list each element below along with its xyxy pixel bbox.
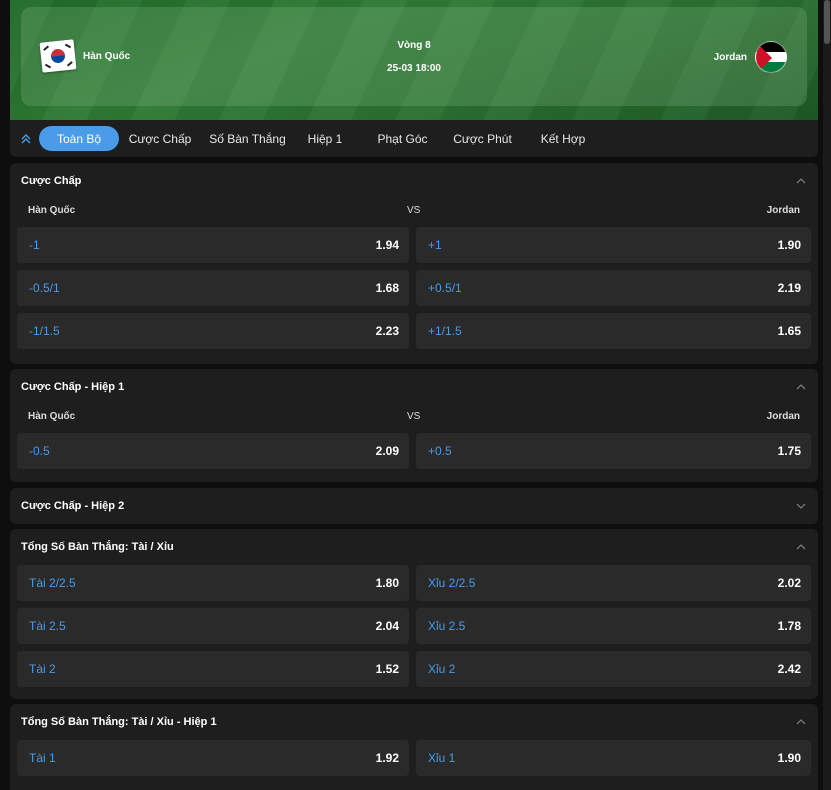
odds-cell[interactable]: +1/1.5 1.65 [416, 313, 811, 349]
away-label: Jordan [766, 411, 800, 422]
tab-total-goals[interactable]: Số Bàn Thắng [201, 126, 294, 151]
market-title: Cược Chấp [21, 175, 82, 187]
odds-cell[interactable]: -1 1.94 [17, 227, 409, 263]
home-label: Hàn Quốc [28, 205, 76, 216]
odds-cell[interactable]: -1/1.5 2.23 [17, 313, 409, 349]
market-total-goals-first-half: Tổng Số Bàn Thắng: Tài / Xỉu - Hiệp 1 Tà… [10, 704, 818, 790]
double-chevron-up-icon [21, 133, 31, 143]
market-handicap: Cược Chấp Hàn Quốc VS Jordan -1 1.94 +1 1.… [10, 163, 818, 364]
home-label: Hàn Quốc [28, 411, 76, 422]
market-header[interactable]: Cược Chấp - Hiệp 1 [10, 369, 818, 405]
odds-label: Xỉu 2.5 [428, 619, 466, 633]
odds-label: -1/1.5 [29, 324, 60, 338]
odds-label: -1 [29, 238, 40, 252]
jordan-flag-icon [755, 41, 787, 73]
page-scrollbar[interactable] [823, 0, 831, 790]
odds-value: 2.42 [777, 662, 801, 676]
odds-label: Xỉu 2/2.5 [428, 576, 476, 590]
scrollbar-thumb[interactable] [824, 0, 830, 44]
odds-label: +0.5 [428, 444, 452, 458]
odds-label: Tài 1 [29, 751, 56, 765]
odds-cell[interactable]: -0.5/1 1.68 [17, 270, 409, 306]
chevron-up-icon[interactable] [796, 176, 806, 186]
odds-label: +1 [428, 238, 442, 252]
market-header[interactable]: Tổng Số Bàn Thắng: Tài / Xỉu - Hiệp 1 [10, 704, 818, 740]
market-tabs: Toàn Bộ Cược Chấp Số Bàn Thắng Hiệp 1 Ph… [10, 120, 818, 157]
vs-label: VS [407, 205, 421, 216]
odds-cell[interactable]: Xỉu 2/2.5 2.02 [416, 565, 811, 601]
odds-value: 1.65 [777, 324, 801, 338]
odds-label: Tài 2 [29, 662, 56, 676]
tab-corners[interactable]: Phạt Góc [356, 126, 449, 151]
odds-label: Tài 2.5 [29, 619, 66, 633]
odds-cell[interactable]: -0.5 2.09 [17, 433, 409, 469]
tab-handicap[interactable]: Cược Chấp [119, 126, 201, 151]
away-label: Jordan [766, 205, 800, 216]
odds-cell[interactable]: Tài 2 1.52 [17, 651, 409, 687]
odds-label: +0.5/1 [428, 281, 462, 295]
away-team-name: Jordan [713, 51, 747, 63]
market-title: Cược Chấp - Hiệp 1 [21, 381, 125, 393]
market-header[interactable]: Cược Chấp - Hiệp 2 [10, 488, 818, 524]
odds-value: 2.09 [375, 444, 399, 458]
odds-cell[interactable]: Tài 2/2.5 1.80 [17, 565, 409, 601]
chevron-down-icon[interactable] [796, 501, 806, 511]
odds-label: +1/1.5 [428, 324, 462, 338]
chevron-up-icon[interactable] [796, 717, 806, 727]
odds-cell[interactable]: Xỉu 2 2.42 [416, 651, 811, 687]
odds-value: 1.52 [375, 662, 399, 676]
odds-value: 1.90 [777, 751, 801, 765]
odds-value: 1.90 [777, 238, 801, 252]
odds-cell[interactable]: Tài 2.5 2.04 [17, 608, 409, 644]
market-teams-row: Hàn Quốc VS Jordan [10, 199, 818, 227]
tab-minute-bets[interactable]: Cược Phút [449, 126, 516, 151]
market-title: Tổng Số Bàn Thắng: Tài / Xỉu [21, 541, 174, 553]
vs-label: VS [407, 411, 421, 422]
match-datetime: 25-03 18:00 [387, 63, 441, 74]
tab-combo[interactable]: Kết Hợp [516, 126, 610, 151]
odds-label: Tài 2/2.5 [29, 576, 76, 590]
match-round: Vòng 8 [397, 40, 431, 51]
odds-label: Xỉu 2 [428, 662, 456, 676]
odds-label: -0.5/1 [29, 281, 60, 295]
odds-cell[interactable]: Xỉu 2.5 1.78 [416, 608, 811, 644]
market-header[interactable]: Tổng Số Bàn Thắng: Tài / Xỉu [10, 529, 818, 565]
market-title: Cược Chấp - Hiệp 2 [21, 500, 125, 512]
odds-cell[interactable]: +0.5 1.75 [416, 433, 811, 469]
tab-all[interactable]: Toàn Bộ [39, 126, 119, 151]
odds-value: 1.78 [777, 619, 801, 633]
match-card: Hàn Quốc Vòng 8 25-03 18:00 Jordan [21, 7, 807, 106]
odds-value: 2.04 [375, 619, 399, 633]
odds-value: 1.80 [375, 576, 399, 590]
odds-cell[interactable]: +0.5/1 2.19 [416, 270, 811, 306]
collapse-all-button[interactable] [12, 125, 40, 153]
away-team: Jordan [714, 41, 787, 73]
odds-cell[interactable]: Tài 1 1.92 [17, 740, 409, 776]
odds-value: 1.94 [375, 238, 399, 252]
odds-value: 2.19 [777, 281, 801, 295]
odds-cell[interactable]: +1 1.90 [416, 227, 811, 263]
odds-value: 2.23 [375, 324, 399, 338]
chevron-up-icon[interactable] [796, 382, 806, 392]
odds-value: 1.68 [375, 281, 399, 295]
market-total-goals: Tổng Số Bàn Thắng: Tài / Xỉu Tài 2/2.5 1.… [10, 529, 818, 699]
odds-value: 1.75 [777, 444, 801, 458]
market-header[interactable]: Cược Chấp [10, 163, 818, 199]
odds-label: Xỉu 1 [428, 751, 456, 765]
odds-value: 1.92 [375, 751, 399, 765]
market-handicap-second-half: Cược Chấp - Hiệp 2 [10, 488, 818, 524]
home-team-name: Hàn Quốc [83, 50, 131, 62]
market-handicap-first-half: Cược Chấp - Hiệp 1 Hàn Quốc VS Jordan -0… [10, 369, 818, 482]
match-banner: Hàn Quốc Vòng 8 25-03 18:00 Jordan [10, 0, 818, 120]
market-title: Tổng Số Bàn Thắng: Tài / Xỉu - Hiệp 1 [21, 716, 217, 728]
tab-first-half[interactable]: Hiệp 1 [294, 126, 356, 151]
odds-label: -0.5 [29, 444, 50, 458]
odds-cell[interactable]: Xỉu 1 1.90 [416, 740, 811, 776]
chevron-up-icon[interactable] [796, 542, 806, 552]
odds-value: 2.02 [777, 576, 801, 590]
market-teams-row: Hàn Quốc VS Jordan [10, 405, 818, 433]
